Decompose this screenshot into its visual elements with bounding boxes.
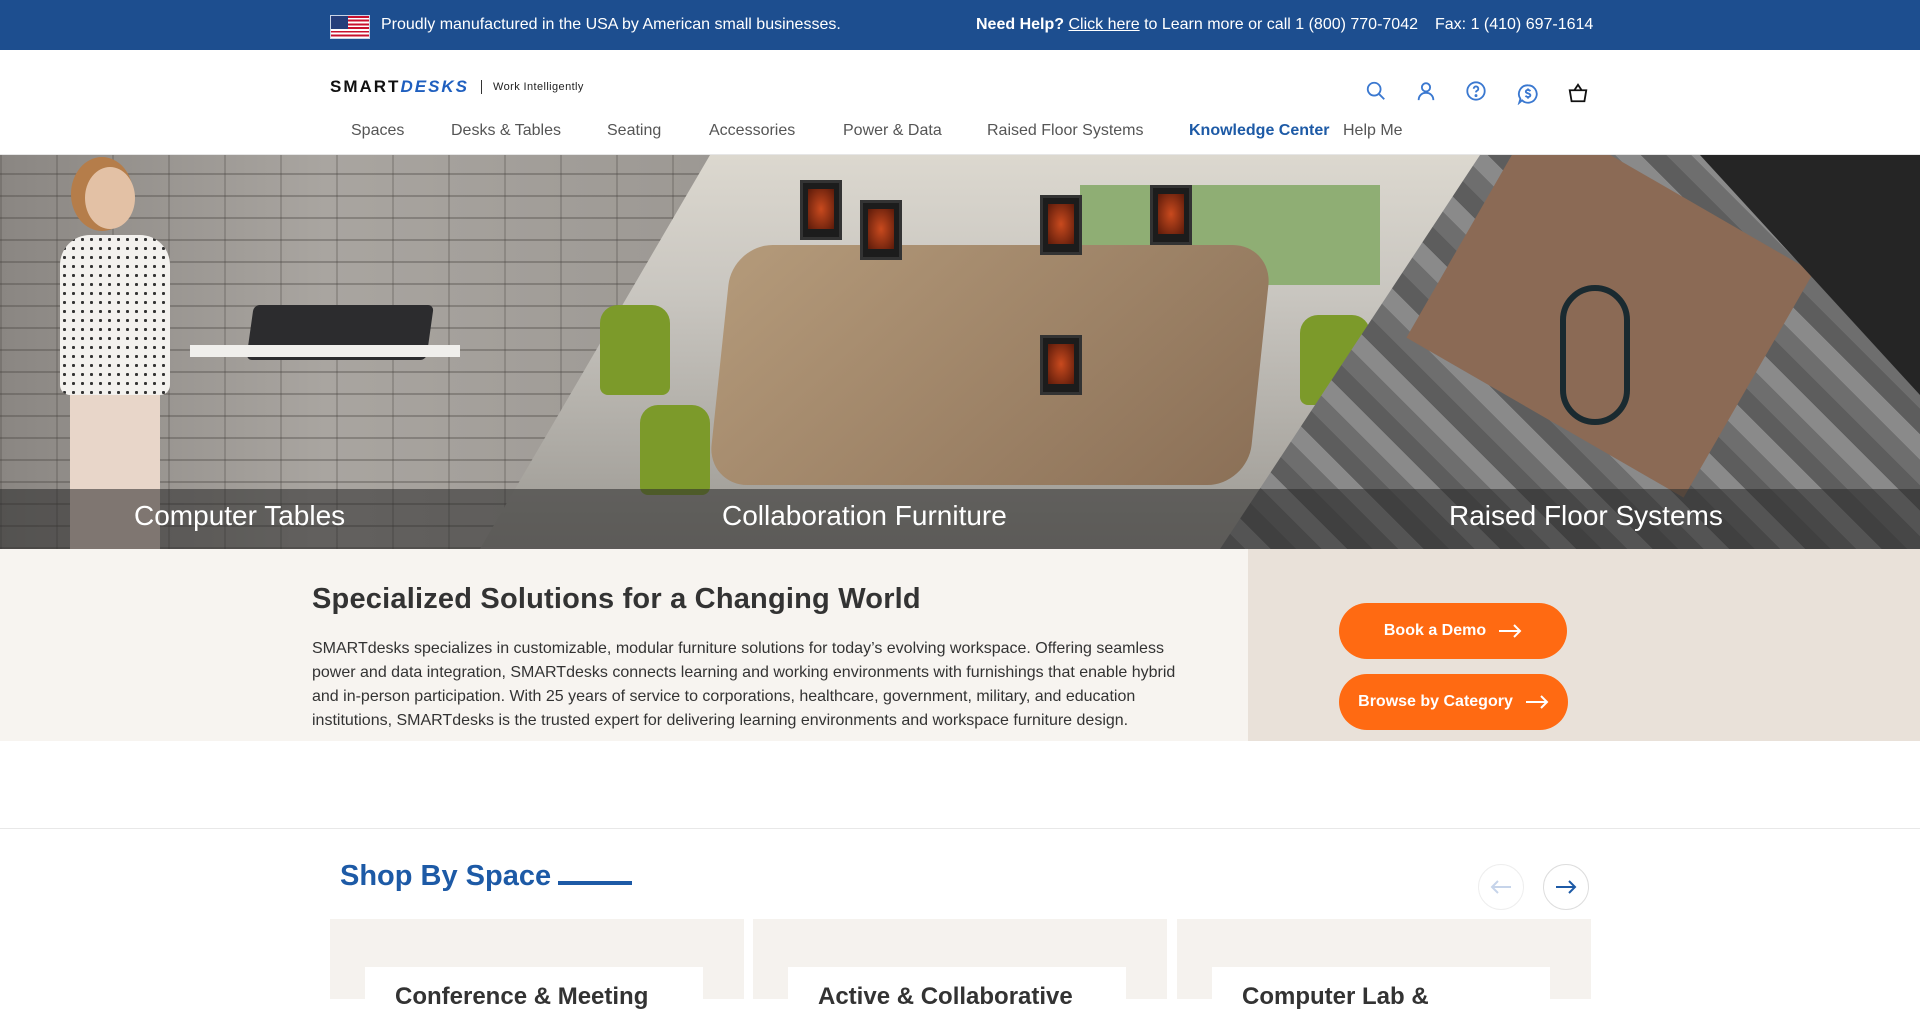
logo-text-desks: DESKS <box>400 77 470 96</box>
monitor-image <box>1040 335 1082 395</box>
shop-by-space-title: Shop By Space <box>340 860 552 892</box>
intro-title: Specialized Solutions for a Changing Wor… <box>312 583 921 615</box>
green-chair-image <box>600 305 670 395</box>
book-demo-label: Book a Demo <box>1383 622 1487 639</box>
white-desk-image <box>190 345 460 357</box>
help-label: Need Help? <box>976 16 1065 33</box>
arrow-right-icon <box>1525 695 1549 709</box>
caption-raised-floor-systems[interactable]: Raised Floor Systems <box>1449 500 1723 532</box>
help-icon[interactable] <box>1464 79 1488 103</box>
top-bar: Proudly manufactured in the USA by Ameri… <box>0 0 1920 50</box>
help-phone: to Learn more or call 1 (800) 770-7042 <box>1144 16 1418 33</box>
title-underline <box>558 881 632 885</box>
logo-divider <box>481 80 483 94</box>
nav-item-help-me[interactable]: Help Me <box>1343 122 1403 140</box>
help-message: Need Help? Click here to Learn more or c… <box>976 16 1418 34</box>
space-card-conference[interactable]: Conference & Meeting <box>330 919 744 1010</box>
logo-text-smart: SMART <box>330 77 401 96</box>
nav-item-knowledge-center[interactable]: Knowledge Center <box>1189 122 1329 140</box>
monitor-image <box>1040 195 1082 255</box>
book-demo-button[interactable]: Book a Demo <box>1339 603 1567 659</box>
space-card-computer-lab[interactable]: Computer Lab & <box>1177 919 1591 1010</box>
browse-by-category-button[interactable]: Browse by Category <box>1339 674 1568 730</box>
section-divider <box>0 828 1920 829</box>
intro-section: Specialized Solutions for a Changing Wor… <box>0 549 1248 741</box>
account-icon[interactable] <box>1414 79 1438 103</box>
us-flag-icon <box>330 15 370 39</box>
nav-item-power-data[interactable]: Power & Data <box>843 122 942 140</box>
card-title: Conference & Meeting <box>395 983 649 1010</box>
logo-tagline: Work Intelligently <box>493 81 584 93</box>
intro-body: SMARTdesks specializes in customizable, … <box>312 640 1176 729</box>
site-header: SMART DESKS Work Intelligently Spaces Des… <box>0 50 1920 155</box>
green-chair-image <box>640 405 710 495</box>
usa-made-message: Proudly manufactured in the USA by Ameri… <box>381 16 841 33</box>
nav-item-spaces[interactable]: Spaces <box>351 122 404 140</box>
chat-pricing-icon[interactable] <box>1516 82 1540 106</box>
hero-banner: Computer Tables Collaboration Furniture … <box>0 155 1920 549</box>
caption-collaboration-furniture[interactable]: Collaboration Furniture <box>722 500 1007 532</box>
card-title: Computer Lab & <box>1242 983 1429 1010</box>
help-link[interactable]: Click here <box>1068 16 1139 33</box>
monitor-image <box>1150 185 1192 245</box>
smartdesks-logo[interactable]: SMART DESKS Work Intelligently <box>330 77 584 97</box>
nav-item-desks-tables[interactable]: Desks & Tables <box>451 122 561 140</box>
carousel-prev-button[interactable] <box>1478 864 1524 910</box>
collaboration-table-image <box>707 245 1273 485</box>
nav-item-raised-floor-systems[interactable]: Raised Floor Systems <box>987 122 1144 140</box>
carousel-next-button[interactable] <box>1543 864 1589 910</box>
monitor-image <box>800 180 842 240</box>
card-title: Active & Collaborative <box>818 983 1073 1010</box>
arrow-right-icon <box>1499 624 1522 638</box>
arrow-right-icon <box>1556 880 1577 894</box>
search-icon[interactable] <box>1364 79 1388 103</box>
nav-item-accessories[interactable]: Accessories <box>709 122 795 140</box>
monitor-image <box>860 200 902 260</box>
space-card-active-collaborative[interactable]: Active & Collaborative <box>753 919 1167 1010</box>
nav-item-seating[interactable]: Seating <box>607 122 661 140</box>
caption-computer-tables[interactable]: Computer Tables <box>134 500 345 532</box>
arrow-left-icon <box>1490 880 1511 894</box>
cable-coil-image <box>1560 285 1630 425</box>
fax-number: Fax: 1 (410) 697-1614 <box>1435 16 1594 33</box>
cart-icon[interactable] <box>1566 81 1590 105</box>
browse-by-category-label: Browse by Category <box>1358 693 1513 710</box>
